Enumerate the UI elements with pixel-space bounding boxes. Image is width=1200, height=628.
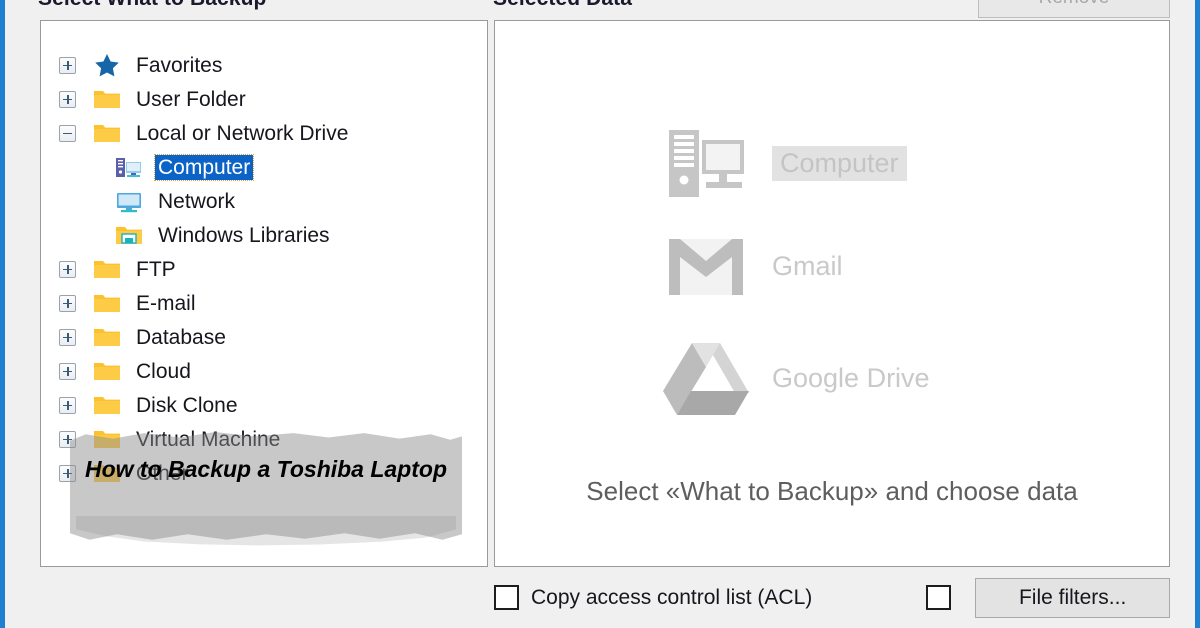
banner-paper bbox=[70, 432, 462, 540]
hint-row-gmail: Gmail bbox=[660, 237, 843, 297]
tree-item-cloud[interactable]: Cloud bbox=[41, 354, 487, 388]
hint-label-gmail: Gmail bbox=[772, 251, 843, 281]
tree-item-label: FTP bbox=[136, 257, 176, 281]
tree-item-label: Database bbox=[136, 325, 226, 349]
expand-expander-icon[interactable] bbox=[59, 260, 76, 278]
folder-icon bbox=[94, 261, 120, 278]
folder-icon bbox=[94, 329, 120, 346]
hint-row-google-drive: Google Drive bbox=[660, 341, 930, 415]
remove-button[interactable]: Remove bbox=[978, 0, 1170, 18]
expand-expander-icon[interactable] bbox=[59, 362, 76, 380]
collapse-expander-icon[interactable] bbox=[59, 124, 76, 142]
expand-expander-icon[interactable] bbox=[59, 56, 76, 74]
file-filters-button[interactable]: File filters... bbox=[975, 577, 1170, 618]
overlay-title-text: How to Backup a Toshiba Laptop bbox=[84, 456, 448, 482]
title-overlay-banner: How to Backup a Toshiba Laptop bbox=[70, 432, 462, 546]
copy-acl-checkbox[interactable] bbox=[494, 585, 519, 610]
empty-state-message: Select «What to Backup» and choose data bbox=[586, 476, 1078, 506]
selected-data-header: Selected Data bbox=[493, 0, 632, 11]
tree-item-windows-libraries[interactable]: Windows Libraries bbox=[41, 218, 487, 252]
tree-item-label: Cloud bbox=[136, 359, 191, 383]
tree-item-disk-clone[interactable]: Disk Clone bbox=[41, 388, 487, 422]
tree-item-computer[interactable]: Computer bbox=[41, 150, 487, 184]
tree-item-e-mail[interactable]: E-mail bbox=[41, 286, 487, 320]
tree-item-database[interactable]: Database bbox=[41, 320, 487, 354]
folder-icon bbox=[94, 125, 120, 142]
hint-row-computer: Computer bbox=[660, 126, 907, 201]
expand-expander-icon[interactable] bbox=[59, 90, 76, 108]
gmail-icon bbox=[660, 237, 752, 297]
backup-source-tree[interactable]: Favorites User Folder Local or Network Dri… bbox=[41, 21, 487, 490]
folder-icon bbox=[94, 363, 120, 380]
expand-expander-icon[interactable] bbox=[59, 328, 76, 346]
tree-item-network[interactable]: Network bbox=[41, 184, 487, 218]
tree-item-label: Favorites bbox=[136, 53, 223, 77]
tree-item-label: Network bbox=[158, 189, 236, 213]
expand-expander-icon[interactable] bbox=[59, 294, 76, 312]
google-drive-icon bbox=[660, 341, 752, 415]
expand-expander-icon[interactable] bbox=[59, 396, 76, 414]
tree-item-label: Windows Libraries bbox=[158, 223, 330, 247]
computer-tower-icon bbox=[116, 158, 141, 177]
tree-item-label: Local or Network Drive bbox=[136, 121, 349, 145]
computer-tower-icon bbox=[660, 126, 752, 201]
select-what-to-backup-header: Select What to Backup bbox=[38, 0, 266, 11]
copy-acl-label: Copy access control list (ACL) bbox=[531, 585, 813, 609]
hint-label-google-drive: Google Drive bbox=[772, 362, 930, 393]
backup-dialog-window: Select What to Backup Selected Data Remo… bbox=[0, 0, 1200, 628]
tree-item-favorites[interactable]: Favorites bbox=[41, 48, 487, 82]
folder-icon bbox=[94, 295, 120, 312]
monitor-icon bbox=[117, 193, 141, 213]
hint-label-computer: Computer bbox=[772, 146, 907, 181]
tree-item-local-or-network-drive[interactable]: Local or Network Drive bbox=[41, 116, 487, 150]
tree-item-ftp[interactable]: FTP bbox=[41, 252, 487, 286]
selected-data-panel: Computer Gmail Google Drive Select «What… bbox=[494, 20, 1170, 567]
file-filters-checkbox[interactable] bbox=[926, 585, 952, 610]
folder-icon bbox=[94, 91, 120, 108]
star-icon bbox=[95, 54, 119, 77]
tree-item-label: E-mail bbox=[136, 291, 196, 315]
tree-item-label: Disk Clone bbox=[136, 393, 238, 417]
tree-item-label: User Folder bbox=[136, 87, 246, 111]
library-folder-icon bbox=[116, 227, 142, 244]
folder-icon bbox=[94, 397, 120, 414]
bottom-options-bar: Copy access control list (ACL) File filt… bbox=[494, 575, 1170, 620]
tree-item-label: Computer bbox=[153, 153, 255, 181]
tree-item-user-folder[interactable]: User Folder bbox=[41, 82, 487, 116]
